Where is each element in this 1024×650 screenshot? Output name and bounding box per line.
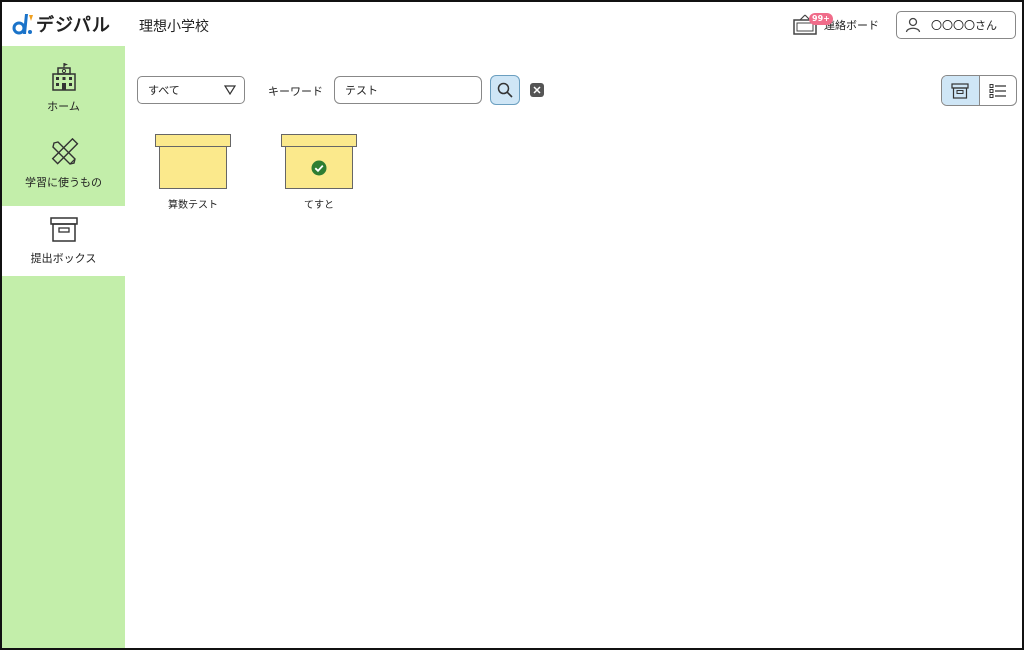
list-icon — [989, 83, 1006, 98]
notification-badge: 99+ — [809, 13, 833, 25]
sidebar-item-label: 提出ボックス — [30, 252, 97, 265]
list-view-button[interactable] — [980, 76, 1017, 105]
main-content: すべて キーワード テスト 算数テスト てすと — [125, 46, 1022, 648]
filter-selected-value: すべて — [148, 84, 180, 97]
archive-box-icon — [49, 217, 78, 242]
sidebar: ホーム 学習に使うもの 提出ボックス — [2, 46, 125, 648]
user-menu-button[interactable]: 〇〇〇〇さん — [896, 11, 1016, 39]
submission-box-item[interactable]: てすと — [279, 134, 359, 211]
sidebar-item-label: 学習に使うもの — [25, 176, 102, 189]
close-icon — [533, 86, 541, 94]
logo-mark-icon — [12, 12, 34, 36]
box-body — [159, 147, 227, 189]
box-lid — [155, 134, 231, 147]
app-window: デジパル 理想小学校 99+ 連絡ボード 〇〇〇〇さん ホーム 学習に使うもの … — [0, 0, 1024, 650]
sidebar-item-learning-materials[interactable]: 学習に使うもの — [2, 130, 125, 200]
school-building-icon — [51, 63, 76, 91]
box-label: 算数テスト — [168, 200, 218, 211]
user-icon — [905, 17, 921, 33]
user-name: 〇〇〇〇さん — [931, 19, 997, 32]
archive-box-icon — [951, 82, 969, 99]
sidebar-item-submission-box[interactable]: 提出ボックス — [2, 206, 125, 276]
keyword-search-input[interactable] — [334, 76, 482, 104]
triangle-down-icon — [224, 85, 236, 95]
box-lid — [281, 134, 357, 147]
sidebar-item-label: ホーム — [47, 100, 80, 113]
search-button[interactable] — [490, 75, 520, 105]
contact-board-button[interactable]: 99+ 連絡ボード — [792, 12, 879, 38]
logo-text: デジパル — [36, 15, 111, 36]
keyword-label: キーワード — [268, 85, 323, 98]
box-label: てすと — [304, 200, 334, 211]
app-logo[interactable]: デジパル — [12, 11, 111, 37]
category-filter-select[interactable]: すべて — [137, 76, 245, 104]
check-circle-icon — [311, 160, 327, 175]
clear-search-button[interactable] — [530, 83, 544, 97]
box-body — [285, 147, 353, 189]
pencil-ruler-icon — [51, 138, 78, 165]
grid-view-button[interactable] — [942, 76, 980, 105]
sidebar-item-home[interactable]: ホーム — [2, 54, 125, 124]
bulletin-board-icon: 99+ — [792, 13, 833, 37]
submission-box-item[interactable]: 算数テスト — [153, 134, 233, 211]
header: デジパル 理想小学校 99+ 連絡ボード 〇〇〇〇さん — [2, 2, 1022, 46]
school-name: 理想小学校 — [139, 19, 209, 35]
view-mode-toggle — [941, 75, 1017, 106]
search-icon — [497, 82, 513, 98]
